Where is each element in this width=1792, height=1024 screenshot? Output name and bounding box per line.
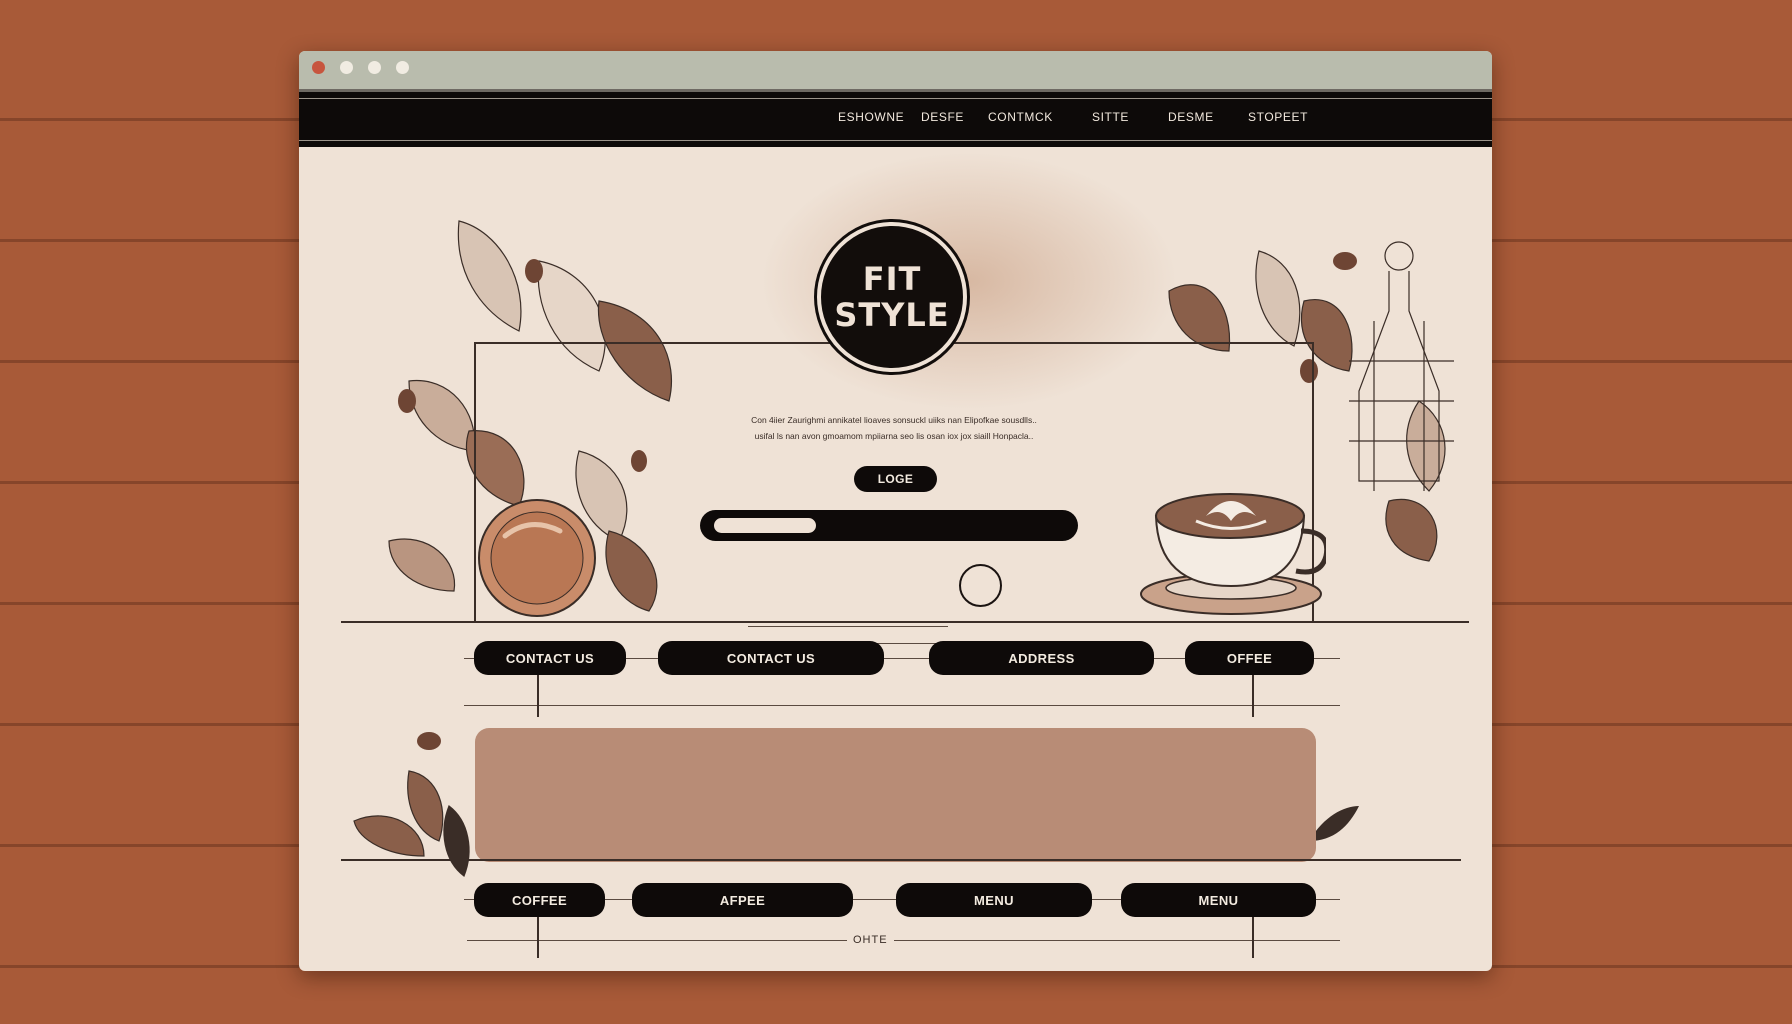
contact-us-button-1[interactable]: CONTACT US: [474, 641, 626, 675]
search-input[interactable]: [700, 510, 1078, 541]
afpee-button[interactable]: AFPEE: [632, 883, 853, 917]
intro-line-1: Con 4iier Zaurighmi annikatel lioaves so…: [751, 415, 1037, 425]
row1-top-rule: [341, 621, 1469, 623]
nav-item-5[interactable]: DESME: [1168, 110, 1214, 124]
coffee-orb-illustration: [478, 499, 596, 617]
close-window-button[interactable]: [312, 61, 325, 74]
hero-intro-text: Con 4iier Zaurighmi annikatel lioaves so…: [719, 412, 1069, 444]
row2-top-rule: [341, 859, 1461, 861]
title-bar: [299, 51, 1492, 89]
logo-line-2: STYLE: [834, 296, 950, 334]
logo-badge[interactable]: FIT STYLE: [817, 222, 967, 372]
login-button[interactable]: LOGE: [854, 466, 937, 492]
footer-note: OHTE: [847, 934, 894, 946]
coffee-bean-icon: [417, 732, 441, 750]
offee-button[interactable]: OFFEE: [1185, 641, 1314, 675]
search-input-field[interactable]: [714, 518, 816, 533]
fullscreen-window-button[interactable]: [396, 61, 409, 74]
intro-line-2: usifal ls nan avon gmoamom mpiiarna seo …: [754, 431, 1034, 441]
menu-button-2[interactable]: MENU: [1121, 883, 1316, 917]
top-navigation: ESHOWNE DESFE CONTMCK SITTE DESME STOPEE…: [299, 89, 1492, 147]
logo-line-1: FIT: [862, 260, 922, 298]
content-panel: [475, 728, 1316, 862]
nav-item-1[interactable]: ESHOWNE: [838, 110, 904, 124]
row2-bottom-rule: [467, 940, 1340, 941]
nav-item-3[interactable]: CONTMCK: [988, 110, 1053, 124]
coffee-cup-icon: [1140, 493, 1326, 615]
nav-item-4[interactable]: SITTE: [1092, 110, 1129, 124]
menu-button-1[interactable]: MENU: [896, 883, 1092, 917]
nav-divider-bottom: [299, 140, 1492, 141]
nav-item-6[interactable]: STOPEET: [1248, 110, 1308, 124]
divider-line: [748, 626, 948, 627]
contact-us-button-2[interactable]: CONTACT US: [658, 641, 884, 675]
minimize-window-button[interactable]: [340, 61, 353, 74]
browser-window: ESHOWNE DESFE CONTMCK SITTE DESME STOPEE…: [299, 51, 1492, 971]
zoom-window-button[interactable]: [368, 61, 381, 74]
row1-bottom-rule: [464, 705, 1340, 706]
nav-item-2[interactable]: DESFE: [921, 110, 964, 124]
coffee-button[interactable]: COFFEE: [474, 883, 605, 917]
leaf-icon: [1309, 806, 1359, 841]
address-button[interactable]: ADDRESS: [929, 641, 1154, 675]
circle-ring-icon[interactable]: [959, 564, 1002, 607]
nav-divider-top: [299, 98, 1492, 99]
